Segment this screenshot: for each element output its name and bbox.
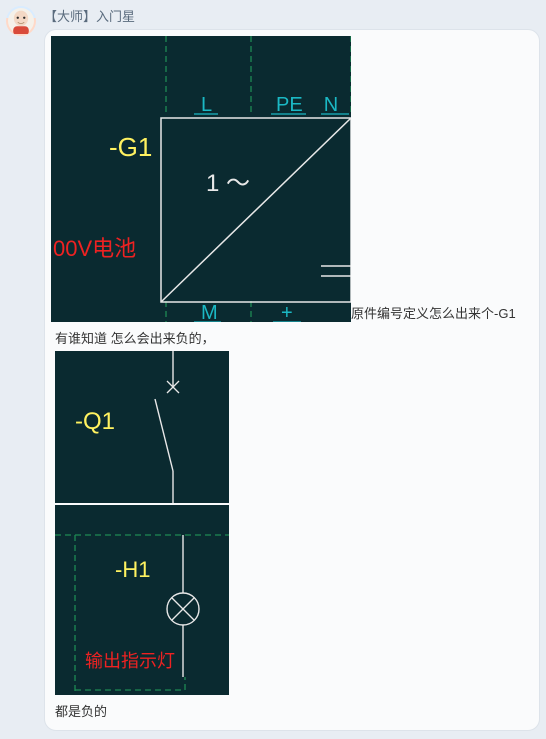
battery-label: 00V电池 <box>53 236 136 261</box>
caption-3: 都是负的 <box>55 701 533 720</box>
caption-2: 有谁知道 怎么会出来负的， <box>55 328 533 347</box>
label-PE: PE <box>276 94 303 116</box>
username-tag: 【大师】入门星 <box>44 6 540 25</box>
label-M: M <box>201 302 218 322</box>
lamp-annotation: 输出指示灯 <box>85 651 175 671</box>
label-N: N <box>324 94 338 116</box>
label-plus: + <box>281 302 293 322</box>
component-id-q1: -Q1 <box>75 408 115 435</box>
component-id-g1: -G1 <box>109 132 152 162</box>
schematic-image-q1: -Q1 <box>55 351 229 503</box>
schematic-image-g1: L PE N -G1 1 ～ <box>51 36 351 322</box>
chat-bubble: L PE N -G1 1 ～ <box>44 29 540 731</box>
caption-1: 原件编号定义怎么出来个-G1 <box>351 306 516 321</box>
schematic-image-h1: -H1 输出指示灯 <box>55 505 229 695</box>
user-avatar <box>6 6 36 36</box>
generator-symbol: 1 ～ <box>206 170 250 197</box>
label-L: L <box>201 94 212 116</box>
component-id-h1: -H1 <box>115 557 150 582</box>
